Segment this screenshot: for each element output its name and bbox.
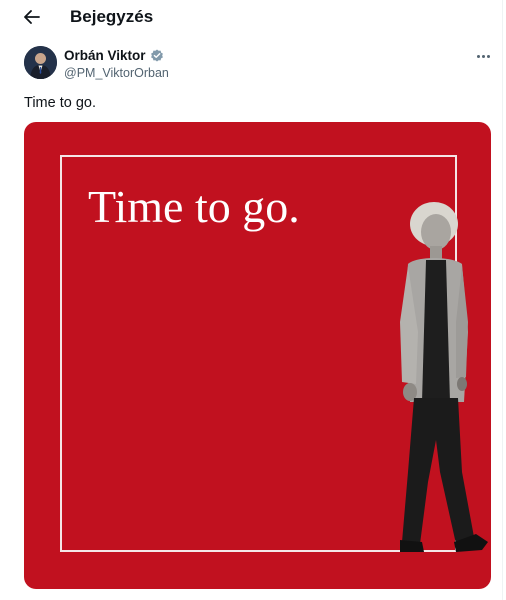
- back-button[interactable]: [20, 6, 44, 28]
- image-headline: Time to go.: [88, 181, 300, 232]
- more-horizontal-icon: [476, 54, 480, 58]
- arrow-left-icon: [24, 10, 40, 24]
- page-header: Bejegyzés: [0, 0, 502, 34]
- page-title: Bejegyzés: [70, 7, 154, 26]
- column-divider: [502, 0, 503, 600]
- author-name-text: Orbán Viktor: [64, 48, 146, 63]
- author-handle[interactable]: @PM_ViktorOrban: [64, 65, 169, 81]
- more-options-button[interactable]: [472, 48, 494, 64]
- avatar[interactable]: [24, 46, 57, 79]
- post-text: Time to go.: [24, 95, 96, 111]
- author-name[interactable]: Orbán Viktor: [64, 48, 164, 64]
- walking-woman-figure: [400, 202, 488, 552]
- avatar-image: [24, 46, 57, 79]
- post-image[interactable]: Time to go.: [24, 122, 491, 589]
- verified-badge-icon: [150, 49, 163, 62]
